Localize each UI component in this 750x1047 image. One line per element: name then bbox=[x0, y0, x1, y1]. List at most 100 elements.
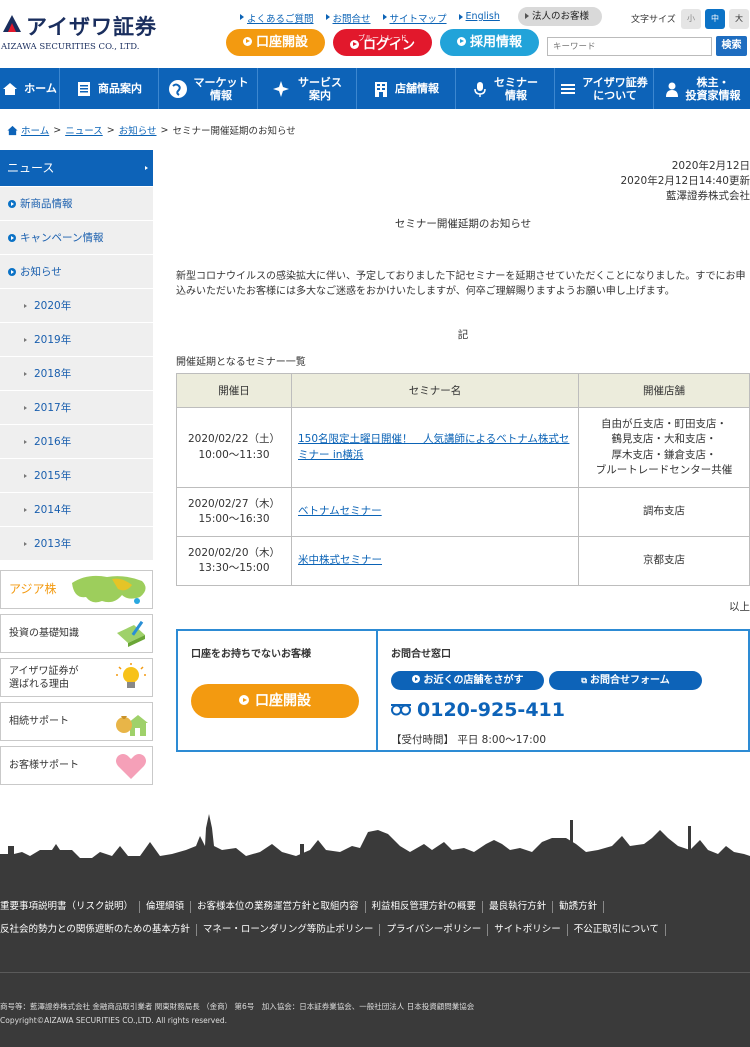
city-skyline-illustration bbox=[0, 814, 750, 884]
nav-item-stores[interactable]: 店舗情報 bbox=[357, 68, 456, 109]
nav-item-market[interactable]: マーケット 情報 bbox=[159, 68, 258, 109]
inquiry-form-button[interactable]: ⧉ お問合せフォーム bbox=[549, 671, 702, 690]
open-account-button-large[interactable]: 口座開設 bbox=[191, 684, 359, 718]
breadcrumb-notice-link[interactable]: お知らせ bbox=[119, 123, 157, 137]
freedial-icon bbox=[391, 704, 411, 716]
seminar-link[interactable]: ベトナムセミナー bbox=[298, 505, 382, 517]
login-button[interactable]: ブルートレード ログイン bbox=[333, 29, 432, 56]
inquiry-panel: お問合せ窓口 お近くの店舗をさがす ⧉ お問合せフォーム 0120-925-411… bbox=[391, 631, 746, 750]
banner-label: 相続サポート bbox=[9, 716, 69, 727]
nav-label: ホーム bbox=[24, 82, 57, 95]
nav-label: 商品案内 bbox=[98, 82, 142, 95]
sidebar-item-label: 新商品情報 bbox=[20, 198, 73, 210]
nav-item-about[interactable]: アイザワ証券 について bbox=[555, 68, 654, 109]
seminar-link[interactable]: 米中株式セミナー bbox=[298, 554, 382, 566]
font-size-small-button[interactable]: 小 bbox=[681, 9, 701, 29]
english-link[interactable]: English bbox=[457, 11, 500, 25]
footer-link-unfair-trading[interactable]: 不公正取引について bbox=[568, 924, 666, 936]
footer-link-site-policy[interactable]: サイトポリシー bbox=[488, 924, 568, 936]
no-account-title: 口座をお持ちでないお客様 bbox=[191, 649, 311, 660]
sidebar-heading[interactable]: ニュース bbox=[0, 150, 153, 187]
arrow-circle-icon bbox=[456, 37, 466, 46]
footer-link-solicitation-policy[interactable]: 勧誘方針 bbox=[553, 901, 605, 913]
sidebar-item-2019[interactable]: 2019年 bbox=[0, 323, 153, 357]
sidebar-item-2013[interactable]: 2013年 bbox=[0, 527, 153, 561]
corporate-customers-button[interactable]: 法人のお客様 bbox=[518, 7, 602, 26]
seminar-link[interactable]: 150名限定土曜日開催！ 人気講師によるベトナム株式セミナー in横浜 bbox=[298, 433, 569, 461]
asia-map-icon bbox=[72, 575, 146, 604]
find-store-button[interactable]: お近くの店舗をさがす bbox=[391, 671, 544, 690]
footer-link-aml-policy[interactable]: マネー・ローンダリング等防止ポリシー bbox=[197, 924, 381, 936]
nav-label: セミナー 情報 bbox=[494, 75, 538, 102]
sidebar-item-2018[interactable]: 2018年 bbox=[0, 357, 153, 391]
banner-asia-stocks[interactable]: アジア株 bbox=[0, 570, 153, 609]
phone-number[interactable]: 0120-925-411 bbox=[391, 699, 565, 721]
recruit-button[interactable]: 採用情報 bbox=[440, 29, 539, 56]
nav-item-services[interactable]: サービス 案内 bbox=[258, 68, 357, 109]
nav-label: サービス 案内 bbox=[298, 75, 342, 102]
sidebar: ニュース 新商品情報 キャンペーン情報 お知らせ 2020年 2019年 201… bbox=[0, 150, 153, 561]
site-header: アイザワ証券 AIZAWA SECURITIES CO., LTD. よくあるご… bbox=[0, 0, 750, 68]
breadcrumb-news-link[interactable]: ニュース bbox=[65, 123, 103, 137]
footer-link-best-execution[interactable]: 最良執行方針 bbox=[483, 901, 554, 913]
search-button[interactable]: 検索 bbox=[716, 36, 747, 56]
font-size-medium-button[interactable]: 中 bbox=[705, 9, 725, 29]
globe-icon bbox=[168, 79, 187, 98]
sidebar-item-notices[interactable]: お知らせ bbox=[0, 255, 153, 289]
table-row: 2020/02/22（土） 10:00～11:30 150名限定土曜日開催！ 人… bbox=[176, 407, 750, 488]
footer-link-customer-first-policy[interactable]: お客様本位の業務運営方針と取組内容 bbox=[191, 901, 366, 913]
seminar-branch: 京都支店 bbox=[578, 536, 750, 586]
faq-link[interactable]: よくあるご質問 bbox=[238, 11, 314, 25]
banner-investment-basics[interactable]: 投資の基礎知識 bbox=[0, 614, 153, 653]
banner-label: アジア株 bbox=[9, 582, 57, 596]
logo[interactable]: アイザワ証券 AIZAWA SECURITIES CO., LTD. bbox=[0, 10, 156, 54]
footer-link-conflict-of-interest[interactable]: 利益相反管理方針の概要 bbox=[366, 901, 484, 913]
breadcrumb: ホーム > ニュース > お知らせ > セミナー開催延期のお知らせ bbox=[7, 123, 296, 137]
menu-lines-icon bbox=[561, 83, 576, 94]
open-account-label: 口座開設 bbox=[255, 693, 311, 709]
nav-item-products[interactable]: 商品案内 bbox=[60, 68, 159, 109]
article-updated: 2020年2月12日14:40更新 bbox=[620, 175, 750, 187]
breadcrumb-separator: > bbox=[160, 124, 169, 136]
nav-label: アイザワ証券 について bbox=[582, 75, 648, 102]
breadcrumb-home-link[interactable]: ホーム bbox=[21, 123, 49, 137]
no-account-panel: 口座をお持ちでないお客様 口座開設 bbox=[178, 631, 378, 750]
person-icon bbox=[665, 82, 678, 97]
seminar-branch: 調布支店 bbox=[578, 487, 750, 537]
seminar-branch: 自由が丘支店・町田支店・ 鶴見支店・大和支店・ 厚木支店・鎌倉支店・ ブルートレ… bbox=[578, 407, 750, 488]
banner-inheritance-support[interactable]: 相続サポート bbox=[0, 702, 153, 741]
building-icon bbox=[375, 81, 387, 97]
logo-name-jp: アイザワ証券 bbox=[26, 15, 157, 39]
sidebar-item-2016[interactable]: 2016年 bbox=[0, 425, 153, 459]
nav-item-seminars[interactable]: セミナー 情報 bbox=[456, 68, 555, 109]
arrow-circle-icon bbox=[349, 40, 359, 49]
footer-links-row-1: 重要事項説明書（リスク説明） 倫理綱領 お客様本位の業務運営方針と取組内容 利益… bbox=[0, 901, 605, 913]
table-header-row: 開催日 セミナー名 開催店舗 bbox=[176, 373, 750, 408]
search-input[interactable] bbox=[547, 37, 712, 56]
sidebar-item-2014[interactable]: 2014年 bbox=[0, 493, 153, 527]
sidebar-item-campaigns[interactable]: キャンペーン情報 bbox=[0, 221, 153, 255]
banner-label: お客様サポート bbox=[9, 760, 79, 771]
arrow-circle-icon bbox=[242, 37, 252, 46]
sidebar-item-2017[interactable]: 2017年 bbox=[0, 391, 153, 425]
open-account-button[interactable]: 口座開設 bbox=[226, 29, 325, 56]
footer-legal-info: 商号等：藍澤證券株式会社 金融商品取引業者 関東財務局長 （金商） 第6号 加入… bbox=[0, 1002, 475, 1011]
nav-item-investors[interactable]: 株主・ 投資家情報 bbox=[654, 68, 750, 109]
article-dates: 2020年2月12日 2020年2月12日14:40更新 藍澤證券株式会社 bbox=[620, 159, 750, 204]
nav-item-home[interactable]: ホーム bbox=[0, 68, 60, 109]
banner-why-aizawa[interactable]: アイザワ証券が 選ばれる理由 bbox=[0, 658, 153, 697]
seminar-list-title: 開催延期となるセミナー一覧 bbox=[176, 357, 306, 368]
footer-link-antisocial-forces[interactable]: 反社会的勢力との関係遮断のための基本方針 bbox=[0, 924, 197, 936]
article-date: 2020年2月12日 bbox=[671, 160, 750, 172]
sidebar-item-2015[interactable]: 2015年 bbox=[0, 459, 153, 493]
font-size-large-button[interactable]: 大 bbox=[729, 9, 749, 29]
column-header-branch: 開催店舗 bbox=[578, 373, 750, 408]
footer-link-ethics[interactable]: 倫理綱領 bbox=[140, 901, 192, 913]
sidebar-item-new-products[interactable]: 新商品情報 bbox=[0, 187, 153, 221]
logo-mark-icon bbox=[0, 12, 24, 36]
footer-link-risk-disclosure[interactable]: 重要事項説明書（リスク説明） bbox=[0, 901, 141, 913]
banner-customer-support[interactable]: お客様サポート bbox=[0, 746, 153, 785]
sidebar-item-2020[interactable]: 2020年 bbox=[0, 289, 153, 323]
inquiry-form-label: お問合せフォーム bbox=[590, 675, 670, 686]
footer-link-privacy-policy[interactable]: プライバシーポリシー bbox=[380, 924, 489, 936]
